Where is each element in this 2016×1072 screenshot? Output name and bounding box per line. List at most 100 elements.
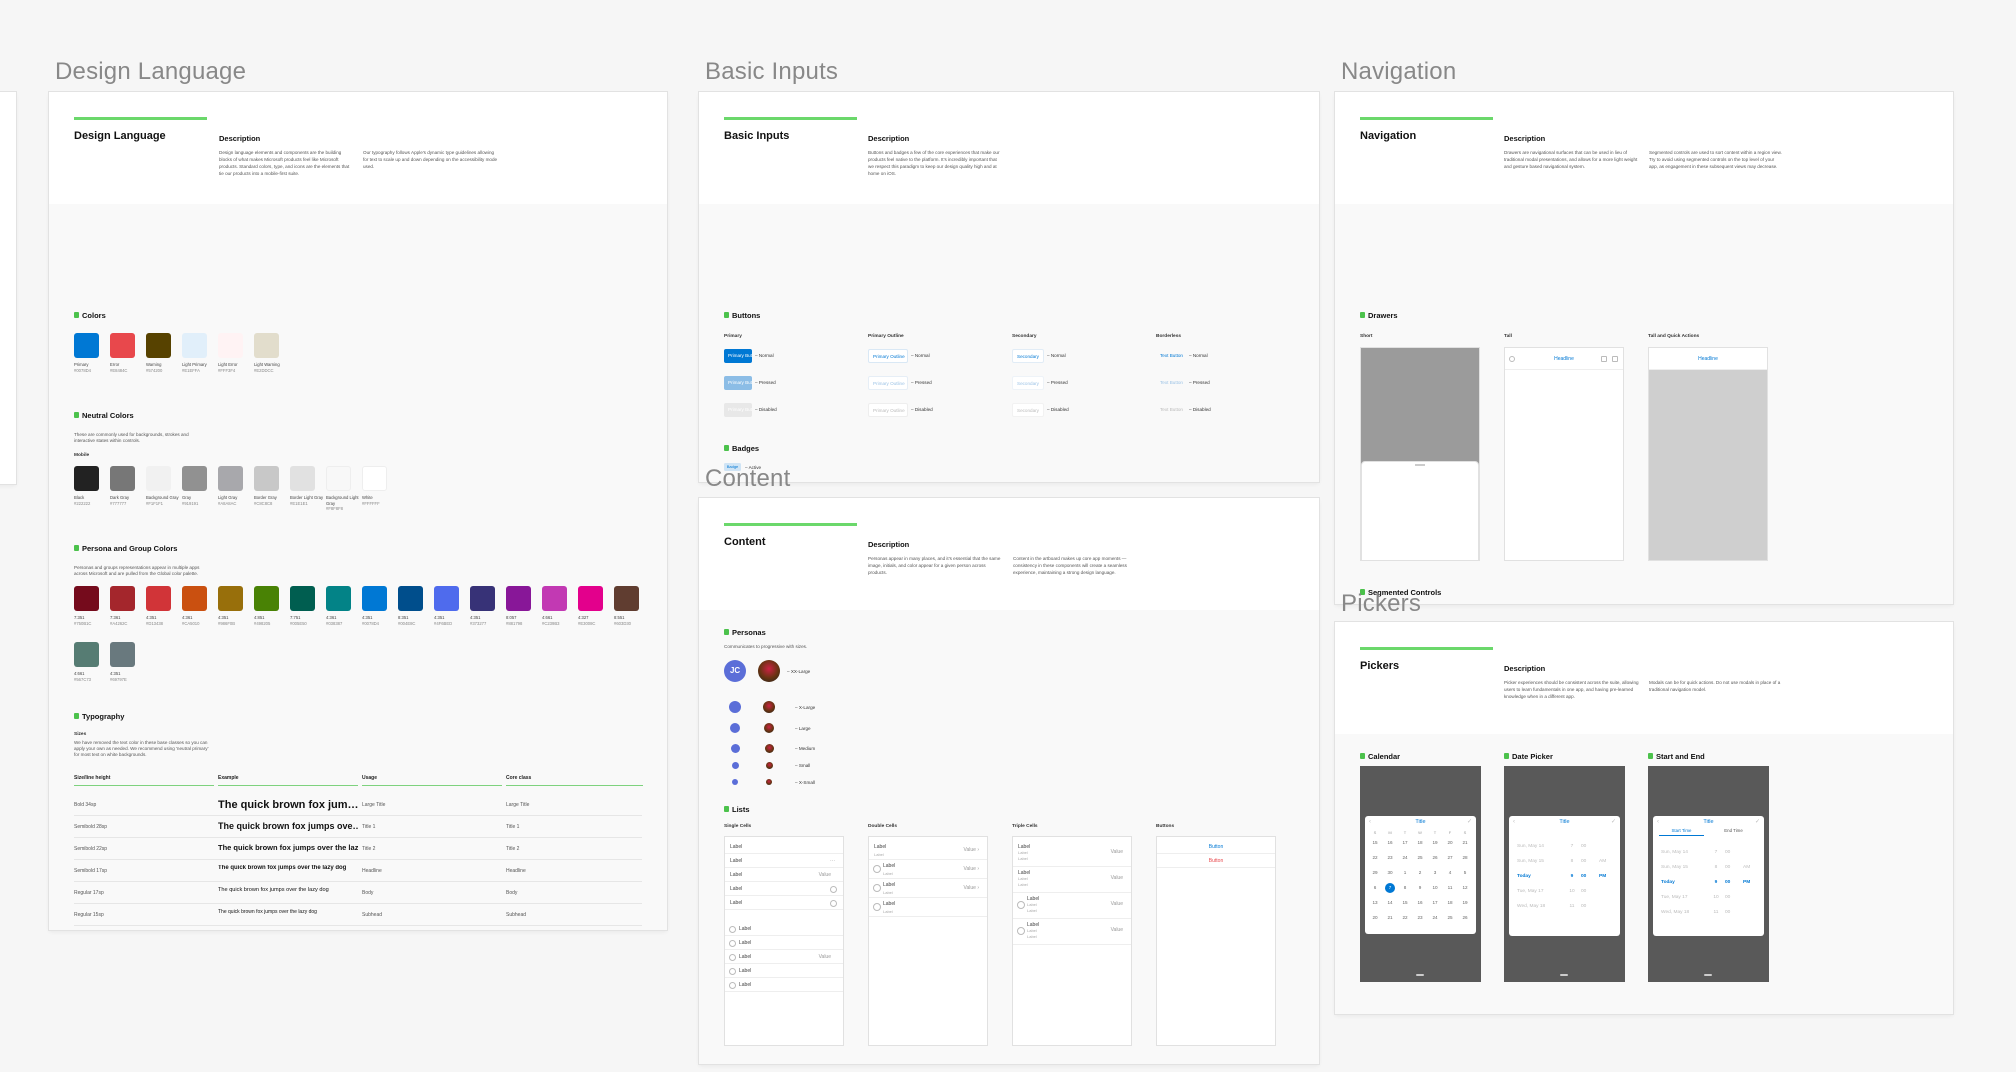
picker-minute[interactable]: 00	[1581, 844, 1586, 849]
close-icon[interactable]: ‹	[1513, 819, 1515, 825]
picker-date[interactable]: Wed, May 18	[1517, 904, 1545, 909]
button-sample[interactable]: Secondary	[1012, 403, 1044, 417]
picker-hour[interactable]: 9	[1567, 874, 1577, 879]
button-sample[interactable]: Primary Button	[724, 376, 752, 390]
close-icon[interactable]: ‹	[1657, 819, 1659, 825]
picker-hour[interactable]: 7	[1711, 850, 1721, 855]
button-sample[interactable]: Text Button	[1156, 376, 1186, 390]
calendar-day[interactable]: 3	[1430, 868, 1440, 878]
list-item-with-icon[interactable]: Label	[725, 965, 843, 978]
picker-hour[interactable]: 11	[1567, 904, 1577, 909]
picker-minute[interactable]: 00	[1725, 880, 1730, 885]
picker-hour[interactable]: 10	[1567, 889, 1577, 894]
check-icon[interactable]: ✓	[1467, 818, 1472, 825]
picker-ampm[interactable]: PM	[1743, 880, 1750, 885]
picker-date[interactable]: Tue, May 17	[1517, 889, 1543, 894]
picker-date[interactable]: Sun, May 14	[1661, 850, 1688, 855]
button-sample[interactable]: Primary Button	[724, 403, 752, 417]
button-sample[interactable]: Text Button	[1156, 349, 1186, 363]
calendar-day[interactable]: 18	[1445, 898, 1455, 908]
calendar-day[interactable]: 6	[1370, 883, 1380, 893]
calendar-day[interactable]: 22	[1370, 853, 1380, 863]
double-cell[interactable]: Label Label Value ›	[869, 879, 987, 898]
calendar-day[interactable]: 21	[1385, 913, 1395, 923]
calendar-day[interactable]: 24	[1400, 853, 1410, 863]
calendar-day[interactable]: 2	[1415, 868, 1425, 878]
list-item-with-icon[interactable]: Label	[725, 979, 843, 992]
picker-date[interactable]: Today	[1661, 880, 1675, 885]
list-item[interactable]: Label ···	[725, 855, 843, 868]
list-item-with-icon[interactable]: Label	[725, 923, 843, 936]
calendar-day[interactable]: 26	[1460, 913, 1470, 923]
calendar-day[interactable]: 30	[1385, 868, 1395, 878]
calendar-day[interactable]: 23	[1385, 853, 1395, 863]
picker-minute[interactable]: 00	[1725, 910, 1730, 915]
calendar-day[interactable]: 17	[1430, 898, 1440, 908]
picker-hour[interactable]: 8	[1567, 859, 1577, 864]
calendar-day[interactable]: 15	[1400, 898, 1410, 908]
picker-date[interactable]: Today	[1517, 874, 1531, 879]
picker-ampm[interactable]: PM	[1599, 874, 1606, 879]
calendar-day[interactable]: 16	[1415, 898, 1425, 908]
calendar-day[interactable]: 13	[1370, 898, 1380, 908]
button-sample[interactable]: Primary Outline	[868, 403, 908, 417]
picker-hour[interactable]: 8	[1711, 865, 1721, 870]
calendar-day[interactable]: 23	[1415, 913, 1425, 923]
calendar-day[interactable]: 15	[1370, 838, 1380, 848]
calendar-day[interactable]: 16	[1385, 838, 1395, 848]
picker-minute[interactable]: 00	[1581, 874, 1586, 879]
calendar-day[interactable]: 5	[1460, 868, 1470, 878]
list-item[interactable]: Label	[725, 897, 843, 910]
list-item[interactable]: Label	[725, 841, 843, 854]
calendar-day[interactable]: 19	[1430, 838, 1440, 848]
calendar-day[interactable]: 9	[1415, 883, 1425, 893]
calendar-day[interactable]: 17	[1400, 838, 1410, 848]
picker-date[interactable]: Sun, May 14	[1517, 844, 1544, 849]
button-sample[interactable]: Secondary	[1012, 349, 1044, 363]
picker-date[interactable]: Sun, May 15	[1517, 859, 1544, 864]
button-sample[interactable]: Primary Button	[724, 349, 752, 363]
picker-minute[interactable]: 00	[1581, 859, 1586, 864]
picker-date[interactable]: Tue, May 17	[1661, 895, 1687, 900]
calendar-day[interactable]: 22	[1400, 913, 1410, 923]
calendar-day[interactable]: 11	[1445, 883, 1455, 893]
calendar-day[interactable]: 26	[1430, 853, 1440, 863]
button-cell-destructive[interactable]: Button	[1157, 855, 1275, 868]
picker-minute[interactable]: 00	[1725, 865, 1730, 870]
button-sample[interactable]: Primary Outline	[868, 376, 908, 390]
calendar-day[interactable]: 28	[1460, 853, 1470, 863]
calendar-day[interactable]: 8	[1400, 883, 1410, 893]
picker-hour[interactable]: 11	[1711, 910, 1721, 915]
button-cell-primary[interactable]: Button	[1157, 841, 1275, 854]
calendar-day[interactable]: 24	[1430, 913, 1440, 923]
picker-date[interactable]: Wed, May 18	[1661, 910, 1689, 915]
calendar-day[interactable]: 4	[1445, 868, 1455, 878]
picker-minute[interactable]: 00	[1581, 904, 1586, 909]
calendar-day[interactable]: 12	[1460, 883, 1470, 893]
double-cell[interactable]: Label Label Value ›	[869, 841, 987, 860]
button-sample[interactable]: Primary Outline	[868, 349, 908, 363]
check-icon[interactable]: ✓	[1755, 818, 1760, 825]
picker-hour[interactable]: 9	[1711, 880, 1721, 885]
calendar-day[interactable]: 20	[1445, 838, 1455, 848]
calendar-day[interactable]: 18	[1415, 838, 1425, 848]
picker-date[interactable]: Sun, May 15	[1661, 865, 1688, 870]
calendar-day[interactable]: 27	[1445, 853, 1455, 863]
picker-minute[interactable]: 00	[1725, 895, 1730, 900]
button-sample[interactable]: Secondary	[1012, 376, 1044, 390]
list-item[interactable]: Label Value	[725, 869, 843, 882]
calendar-day[interactable]: 19	[1460, 898, 1470, 908]
calendar-day[interactable]: 7	[1385, 883, 1395, 893]
triple-cell[interactable]: Label Label Label Value	[1013, 867, 1131, 893]
calendar-day[interactable]: 1	[1400, 868, 1410, 878]
calendar-day[interactable]: 21	[1460, 838, 1470, 848]
double-cell[interactable]: Label Label Value ›	[869, 860, 987, 879]
calendar-day[interactable]: 29	[1370, 868, 1380, 878]
calendar-day[interactable]: 10	[1430, 883, 1440, 893]
calendar-day[interactable]: 20	[1370, 913, 1380, 923]
triple-cell[interactable]: Label Label Label Value	[1013, 841, 1131, 867]
calendar-day[interactable]: 25	[1415, 853, 1425, 863]
picker-minute[interactable]: 00	[1725, 850, 1730, 855]
start-tab[interactable]: Start Time	[1659, 828, 1704, 836]
picker-hour[interactable]: 10	[1711, 895, 1721, 900]
